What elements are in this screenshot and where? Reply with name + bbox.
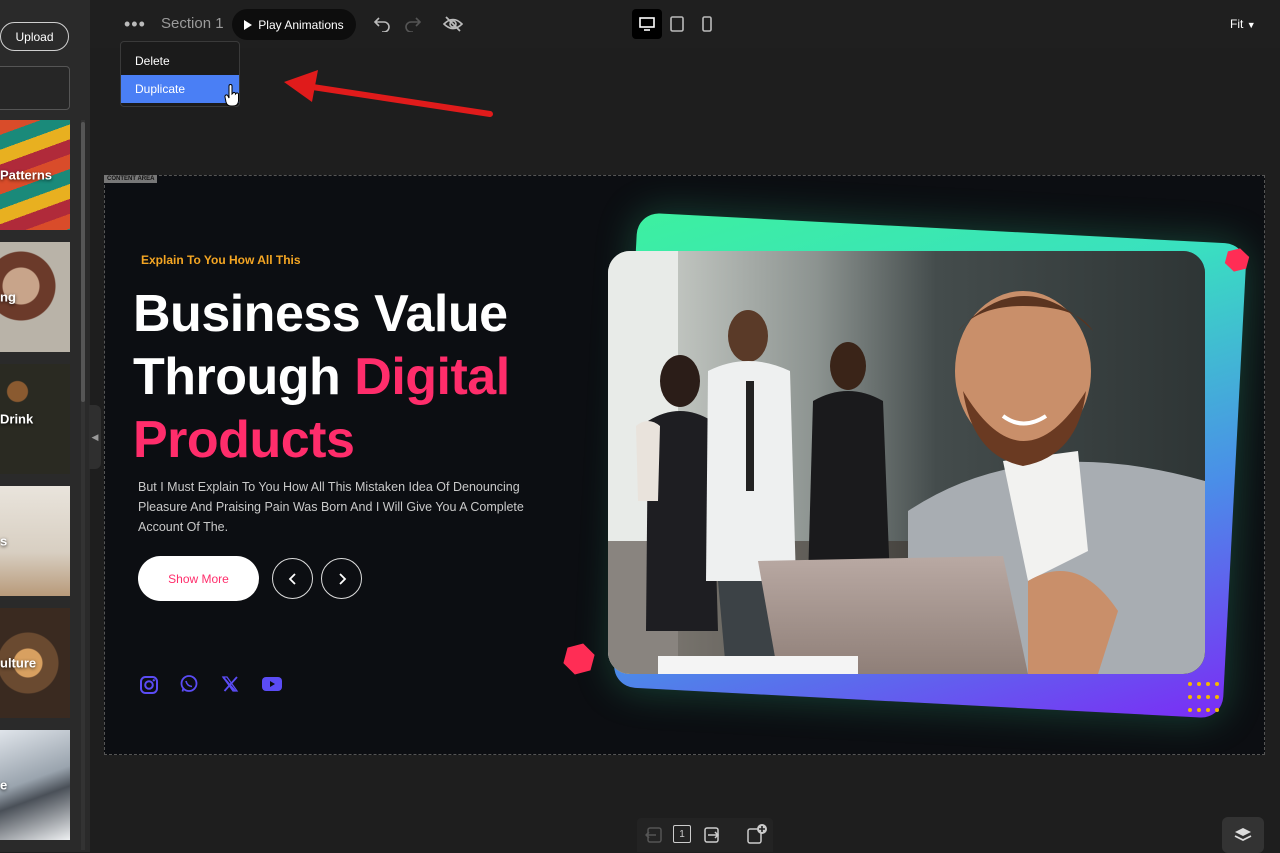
menu-item-duplicate[interactable]: Duplicate	[121, 75, 239, 103]
red-arrow-annotation	[284, 70, 493, 117]
chevron-left-icon	[288, 572, 296, 585]
template-thumbnail[interactable]: ng	[0, 242, 70, 352]
section-title: Section 1	[161, 15, 224, 32]
content-area-label: CONTENT AREA	[104, 175, 158, 183]
tablet-view-icon[interactable]	[665, 12, 689, 36]
x-twitter-icon[interactable]	[219, 673, 241, 695]
content-area[interactable]: Explain To You How All This Business Val…	[104, 175, 1265, 755]
hide-preview-icon[interactable]	[441, 12, 465, 36]
template-thumbnail-label: Patterns	[0, 167, 53, 183]
template-thumbnail-label: e	[0, 777, 8, 793]
youtube-icon[interactable]	[261, 673, 283, 695]
template-thumbnail[interactable]: e	[0, 730, 70, 840]
template-thumbnail-label: s	[0, 533, 8, 549]
headline-line-3: Products	[133, 411, 355, 469]
next-slide-button[interactable]	[321, 558, 362, 599]
mobile-view-icon[interactable]	[695, 12, 719, 36]
headline-line-1: Business Value	[133, 285, 508, 343]
template-thumbnail[interactable]: ulture	[0, 608, 70, 718]
headline-line-2: Through Digital	[133, 346, 510, 409]
play-animations-label: Play Animations	[258, 17, 344, 32]
redo-icon[interactable]	[401, 12, 425, 36]
template-thumbnail[interactable]: Drink	[0, 364, 70, 474]
search-input[interactable]	[0, 66, 70, 110]
chevron-right-icon	[338, 572, 346, 585]
prev-slide-button[interactable]	[272, 558, 313, 599]
section-options-menu: Delete Duplicate	[120, 41, 240, 107]
hero-photo	[608, 251, 1205, 674]
template-thumbnail[interactable]: s	[0, 486, 70, 596]
hero-headline: Business Value Through Digital Products	[133, 283, 510, 472]
template-thumbnail[interactable]: Patterns	[0, 120, 70, 230]
move-section-after-icon[interactable]	[703, 826, 721, 844]
template-thumbnail-label: ulture	[0, 655, 37, 671]
undo-icon[interactable]	[370, 12, 394, 36]
desktop-view-icon[interactable]	[632, 9, 662, 39]
upload-button[interactable]: Upload	[0, 22, 69, 51]
businessman-photo-illustration	[608, 251, 1205, 674]
more-options-icon[interactable]: •••	[124, 14, 148, 34]
template-thumbnail-label: Drink	[0, 411, 34, 427]
templates-panel: Upload Patterns ng Drink s ulture e	[0, 0, 90, 852]
chevron-down-icon: ▼	[1246, 20, 1256, 30]
panel-scrollbar-thumb[interactable]	[81, 122, 85, 402]
menu-item-delete[interactable]: Delete	[121, 47, 239, 75]
show-more-button[interactable]: Show More	[138, 556, 259, 601]
hero-eyebrow: Explain To You How All This	[141, 253, 301, 267]
instagram-icon[interactable]	[138, 674, 160, 696]
template-thumbnail-list: Patterns ng Drink s ulture e	[0, 120, 70, 852]
page-number-badge[interactable]: 1	[673, 825, 691, 843]
page-controls: 1	[637, 818, 773, 852]
collapse-panel-button[interactable]: ◀	[89, 405, 101, 469]
layers-button[interactable]	[1222, 817, 1264, 853]
decorative-hexagon	[1224, 248, 1250, 272]
template-thumbnail-label: ng	[0, 289, 16, 305]
play-icon	[244, 19, 253, 30]
zoom-select[interactable]: Fit ▼	[1230, 17, 1256, 31]
decorative-hexagon	[563, 643, 595, 675]
move-section-before-icon[interactable]	[645, 826, 663, 844]
headline-text-white: Through	[133, 348, 355, 406]
play-animations-button[interactable]: Play Animations	[232, 9, 356, 40]
headline-text-pink: Digital	[354, 348, 510, 406]
page-number: 1	[679, 828, 685, 840]
zoom-value: Fit	[1230, 17, 1244, 31]
decorative-dot-grid	[1188, 682, 1222, 716]
hero-paragraph: But I Must Explain To You How All This M…	[138, 480, 524, 534]
add-section-icon[interactable]	[746, 823, 768, 845]
hand-pointer-icon	[224, 84, 239, 107]
layers-icon	[1234, 828, 1252, 842]
whatsapp-icon[interactable]	[178, 673, 200, 695]
chevron-left-icon: ◀	[91, 431, 99, 442]
